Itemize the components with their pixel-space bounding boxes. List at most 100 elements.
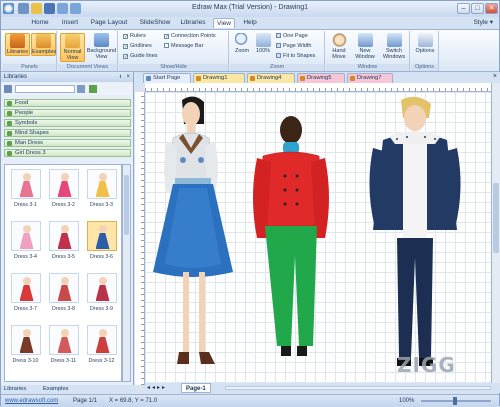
zoom-slider-handle[interactable] [453,397,457,405]
category-food[interactable]: Food [4,99,131,107]
shape-item[interactable]: Dress 3-2 [47,168,80,218]
scroll-thumb[interactable] [493,183,499,253]
app-window: Edraw Max (Trial Version) - Drawing1 – □… [0,0,500,407]
shape-item[interactable]: Dress 3-5 [47,220,80,270]
category-man-dress[interactable]: Man Dress [4,139,131,147]
tab-page-layout[interactable]: Page Layout [89,18,129,28]
switch-windows-button[interactable]: Switch Windows [380,33,408,60]
message-bar-checkbox[interactable]: Message Bar [164,42,203,50]
one-page-button[interactable]: One Page [276,32,308,40]
library-search-input[interactable] [15,85,75,93]
horizontal-scrollbar[interactable] [225,386,491,390]
cursor-coordinates: X = 69.8, Y = 71.0 [109,398,158,404]
libraries-tab[interactable]: Libraries [4,385,26,394]
style-menu[interactable]: Style ▾ [473,18,493,26]
document-tab-drawing4[interactable]: Drawing4 [247,73,295,83]
dress-figure-icon [60,329,69,337]
document-icon [196,76,201,81]
category-symbols[interactable]: Symbols [4,119,131,127]
group-panels: Libraries Examples Panels [3,31,57,71]
shape-item[interactable]: Dress 3-1 [9,168,42,218]
new-window-button[interactable]: New Window [352,33,378,60]
document-tab-start-page[interactable]: Start Page [143,73,191,83]
hand-move-button[interactable]: Hand Move [328,33,350,60]
shape-item[interactable]: Dress 3-6 [85,220,118,270]
category-icon [7,131,12,136]
shape-item[interactable]: Dress 3-7 [9,272,42,322]
dress-figure-icon [60,277,69,285]
girl-dress-figure[interactable] [153,96,233,364]
category-icon [7,101,12,106]
category-girl-dress-3[interactable]: Girl Dress 3 [4,149,131,157]
shape-item[interactable]: Dress 3-10 [9,324,42,374]
vertical-scrollbar[interactable] [491,83,500,383]
shape-thumbnail [48,325,79,355]
dress-figure-icon [60,173,69,181]
shape-thumbnail [48,273,79,303]
maximize-button[interactable]: □ [471,3,484,14]
drawing-canvas[interactable] [145,92,491,383]
shape-label: Dress 3-3 [90,202,113,208]
examples-tab[interactable]: Examples [43,385,68,394]
shape-thumbnail [10,273,41,303]
close-panel-icon[interactable]: × [126,72,130,82]
shape-item[interactable]: Dress 3-8 [47,272,80,322]
options-icon [417,33,433,47]
shape-item[interactable]: Dress 3-12 [85,324,118,374]
normal-view-button[interactable]: Normal View [60,33,85,62]
document-tab-drawing7[interactable]: Drawing7 [347,73,393,83]
tab-home[interactable]: Home [29,18,51,28]
examples-button[interactable]: Examples [31,33,56,56]
background-view-icon [94,33,109,47]
scroll-thumb[interactable] [124,175,129,235]
page-tab[interactable]: Page-1 [181,383,211,393]
pin-icon[interactable]: ᵻ [120,72,121,82]
vertical-ruler [135,92,145,385]
minimize-button[interactable]: – [457,3,470,14]
gridlines-checkbox[interactable]: ✓ Gridlines [123,42,152,50]
fit-to-shapes-button[interactable]: Fit to Shapes [276,52,315,60]
library-menu-icon[interactable] [4,85,12,93]
shape-thumbnail [48,221,79,251]
document-tab-drawing1[interactable]: Drawing1 [193,73,245,83]
shape-thumbnail [86,273,117,303]
background-view-button[interactable]: Background View [86,33,117,60]
tab-insert[interactable]: Insert [58,18,82,28]
library-go-icon[interactable] [77,85,85,93]
libraries-button[interactable]: Libraries [5,33,30,56]
man-navy-coat-figure[interactable] [369,96,461,366]
shape-item[interactable]: Dress 3-3 [85,168,118,218]
zoom-100-button[interactable]: 100% [252,33,274,54]
category-mind-shapes[interactable]: Mind Shapes [4,129,131,137]
page-nav-arrows-icon[interactable]: ◂◂▸▸ [147,384,167,391]
ribbon: Libraries Examples Panels Normal View Ba… [1,29,499,72]
shape-item[interactable]: Dress 3-9 [85,272,118,322]
tab-view[interactable]: View [213,18,235,28]
add-library-icon[interactable] [89,85,97,93]
website-link[interactable]: www.edrawsoft.com [5,395,58,407]
shape-gallery-scrollbar[interactable] [122,164,131,382]
category-people[interactable]: People [4,109,131,117]
close-button[interactable]: ✕ [485,3,498,14]
zoom-button[interactable]: Zoom [232,33,252,54]
document-tab-drawing5[interactable]: Drawing5 [297,73,345,83]
examples-icon [36,34,51,48]
page-width-button[interactable]: Page Width [276,42,311,50]
tab-libraries[interactable]: Libraries [179,18,207,28]
dress-figure-icon [22,173,31,181]
shape-item[interactable]: Dress 3-11 [47,324,80,374]
shape-label: Dress 3-2 [52,202,75,208]
rulers-checkbox[interactable]: ✓ Rulers [123,32,146,40]
connection-points-checkbox[interactable]: ✓ Connection Points [164,32,216,40]
dress-icon [57,233,72,249]
tab-help[interactable]: Help [241,18,259,28]
options-button[interactable]: Options [413,33,437,54]
document-icon [300,76,305,81]
tab-slideshow[interactable]: SlideShow [137,18,173,28]
man-red-jacket-figure[interactable] [253,116,329,356]
zoom-level: 100% [399,398,415,404]
close-document-icon[interactable]: × [493,73,497,80]
guide-lines-checkbox[interactable]: ✓ Guide lines [123,52,158,60]
libraries-icon [10,34,25,48]
shape-item[interactable]: Dress 3-4 [9,220,42,270]
